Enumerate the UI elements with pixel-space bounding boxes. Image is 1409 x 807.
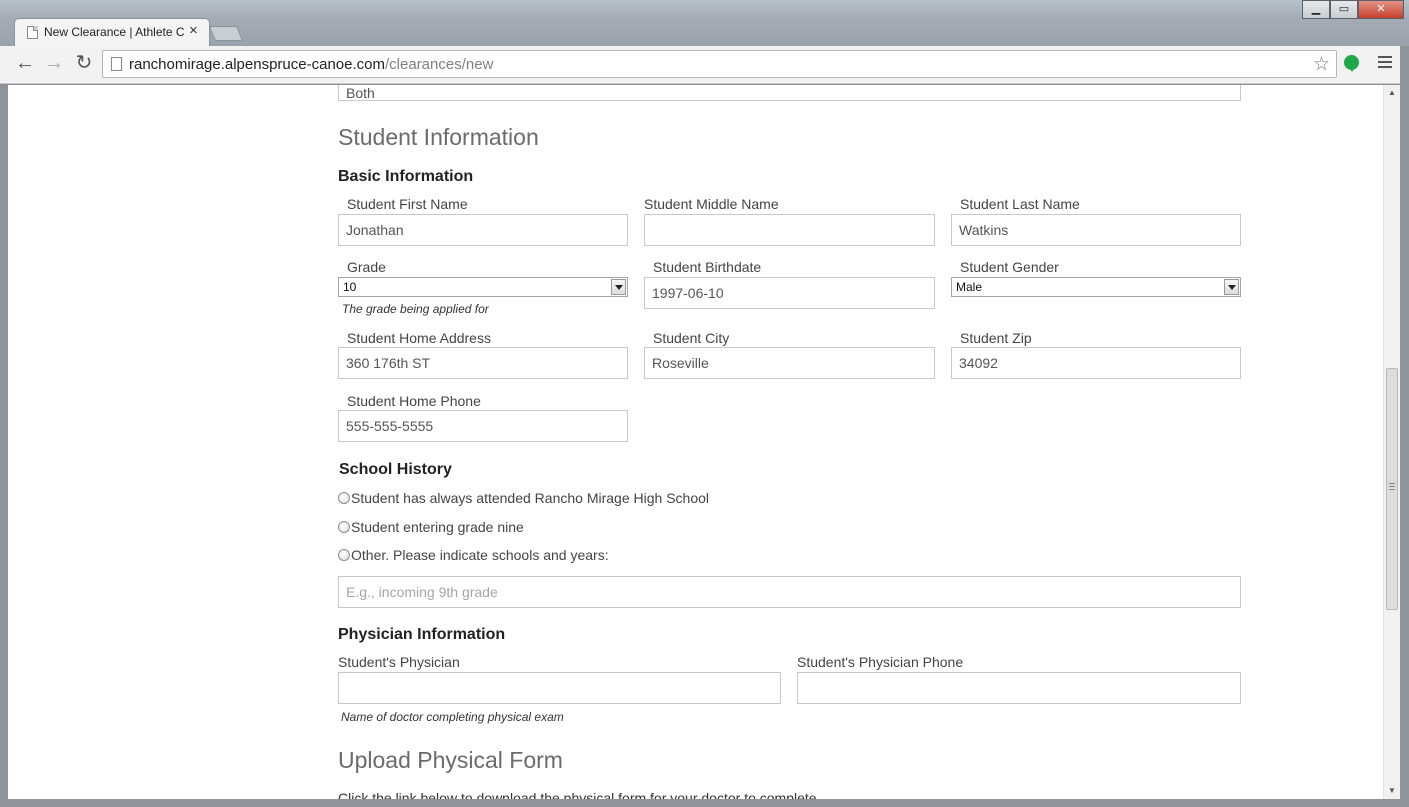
new-tab-button[interactable] xyxy=(208,26,244,41)
grade-select[interactable]: 10 xyxy=(338,277,628,297)
page-viewport: Both Student Information Basic Informati… xyxy=(8,85,1383,799)
city-label: Student City xyxy=(653,330,730,346)
maximize-button[interactable]: ▭ xyxy=(1330,0,1358,19)
url-host: ranchomirage.alpenspruce-canoe.com xyxy=(129,56,385,73)
city-input[interactable]: Roseville xyxy=(644,347,935,379)
student-information-heading: Student Information xyxy=(338,124,539,150)
grade-help-text: The grade being applied for xyxy=(342,302,489,316)
upload-instructions-text: Click the link below to download the phy… xyxy=(338,790,821,799)
home-phone-input[interactable]: 555-555-5555 xyxy=(338,410,628,442)
gender-selected-value: Male xyxy=(956,280,983,294)
close-window-button[interactable]: ✕ xyxy=(1358,0,1404,19)
school-history-heading: School History xyxy=(339,461,452,478)
physician-phone-input[interactable] xyxy=(797,672,1241,704)
window-frame-bottom xyxy=(0,799,1409,807)
middle-name-input[interactable] xyxy=(644,214,935,246)
participation-field[interactable]: Both xyxy=(338,85,1241,101)
zip-input[interactable]: 34092 xyxy=(951,347,1241,379)
school-history-option-label: Student has always attended Rancho Mirag… xyxy=(351,490,709,506)
last-name-label: Student Last Name xyxy=(960,196,1080,212)
window-frame-left xyxy=(0,85,8,799)
physician-information-heading: Physician Information xyxy=(338,626,506,643)
other-schools-input[interactable]: E.g., incoming 9th grade xyxy=(338,576,1241,608)
grip-icon xyxy=(1389,483,1395,492)
gender-select[interactable]: Male xyxy=(951,277,1241,297)
browser-toolbar: ← → ↻ ranchomirage.alpenspruce-canoe.com… xyxy=(0,46,1409,84)
address-input[interactable]: 360 176th ST xyxy=(338,347,628,379)
school-history-option-other[interactable]: Other. Please indicate schools and years… xyxy=(338,547,609,563)
upload-physical-form-heading: Upload Physical Form xyxy=(338,747,563,773)
home-phone-label: Student Home Phone xyxy=(347,393,481,409)
address-bar[interactable]: ranchomirage.alpenspruce-canoe.com/clear… xyxy=(102,50,1337,78)
middle-name-label: Student Middle Name xyxy=(644,196,779,212)
scroll-up-arrow-icon[interactable]: ▲ xyxy=(1384,85,1400,101)
url-text: ranchomirage.alpenspruce-canoe.com/clear… xyxy=(129,56,493,73)
physician-name-label: Student's Physician xyxy=(338,654,460,670)
zip-label: Student Zip xyxy=(960,330,1032,346)
gender-label: Student Gender xyxy=(960,259,1059,275)
chevron-down-icon[interactable] xyxy=(611,279,626,295)
url-path: /clearances/new xyxy=(384,56,494,73)
radio-button[interactable] xyxy=(338,521,350,533)
birthdate-input[interactable]: 1997-06-10 xyxy=(644,277,935,309)
scroll-down-arrow-icon[interactable]: ▼ xyxy=(1384,783,1400,799)
bookmark-star-icon[interactable]: ☆ xyxy=(1313,53,1330,76)
school-history-option-always[interactable]: Student has always attended Rancho Mirag… xyxy=(338,490,709,506)
school-history-option-label: Student entering grade nine xyxy=(351,519,524,535)
first-name-label: Student First Name xyxy=(347,196,468,212)
school-history-option-label: Other. Please indicate schools and years… xyxy=(351,547,609,563)
grade-label: Grade xyxy=(347,259,386,275)
page-icon xyxy=(111,57,122,71)
window-frame-right xyxy=(1400,46,1409,807)
radio-button[interactable] xyxy=(338,492,350,504)
minimize-button[interactable]: ▁ xyxy=(1302,0,1330,19)
browser-tab-active[interactable]: New Clearance | Athlete C × xyxy=(14,18,210,46)
grade-selected-value: 10 xyxy=(343,280,357,294)
radio-button[interactable] xyxy=(338,549,350,561)
chevron-down-icon[interactable] xyxy=(1224,279,1239,295)
last-name-input[interactable]: Watkins xyxy=(951,214,1241,246)
window-controls: ▁ ▭ ✕ xyxy=(1302,0,1404,20)
physician-name-help-text: Name of doctor completing physical exam xyxy=(341,710,564,724)
tab-title: New Clearance | Athlete C xyxy=(44,25,185,39)
page-icon xyxy=(27,26,38,39)
extension-icon[interactable] xyxy=(1344,55,1359,72)
window-titlebar: New Clearance | Athlete C × ▁ ▭ ✕ xyxy=(0,0,1409,46)
forward-arrow-icon[interactable]: → xyxy=(43,52,65,74)
basic-information-heading: Basic Information xyxy=(338,168,474,185)
vertical-scrollbar[interactable]: ▲ ▼ xyxy=(1383,85,1400,799)
reload-icon[interactable]: ↻ xyxy=(73,52,95,74)
physician-name-input[interactable] xyxy=(338,672,781,704)
back-arrow-icon[interactable]: ← xyxy=(14,52,36,74)
birthdate-label: Student Birthdate xyxy=(653,259,762,275)
scrollbar-thumb[interactable] xyxy=(1386,368,1398,610)
first-name-input[interactable]: Jonathan xyxy=(338,214,628,246)
address-label: Student Home Address xyxy=(347,330,491,346)
school-history-option-grade-nine[interactable]: Student entering grade nine xyxy=(338,519,524,535)
physician-phone-label: Student's Physician Phone xyxy=(797,654,964,670)
menu-icon[interactable] xyxy=(1378,56,1392,71)
close-tab-icon[interactable]: × xyxy=(189,22,198,39)
